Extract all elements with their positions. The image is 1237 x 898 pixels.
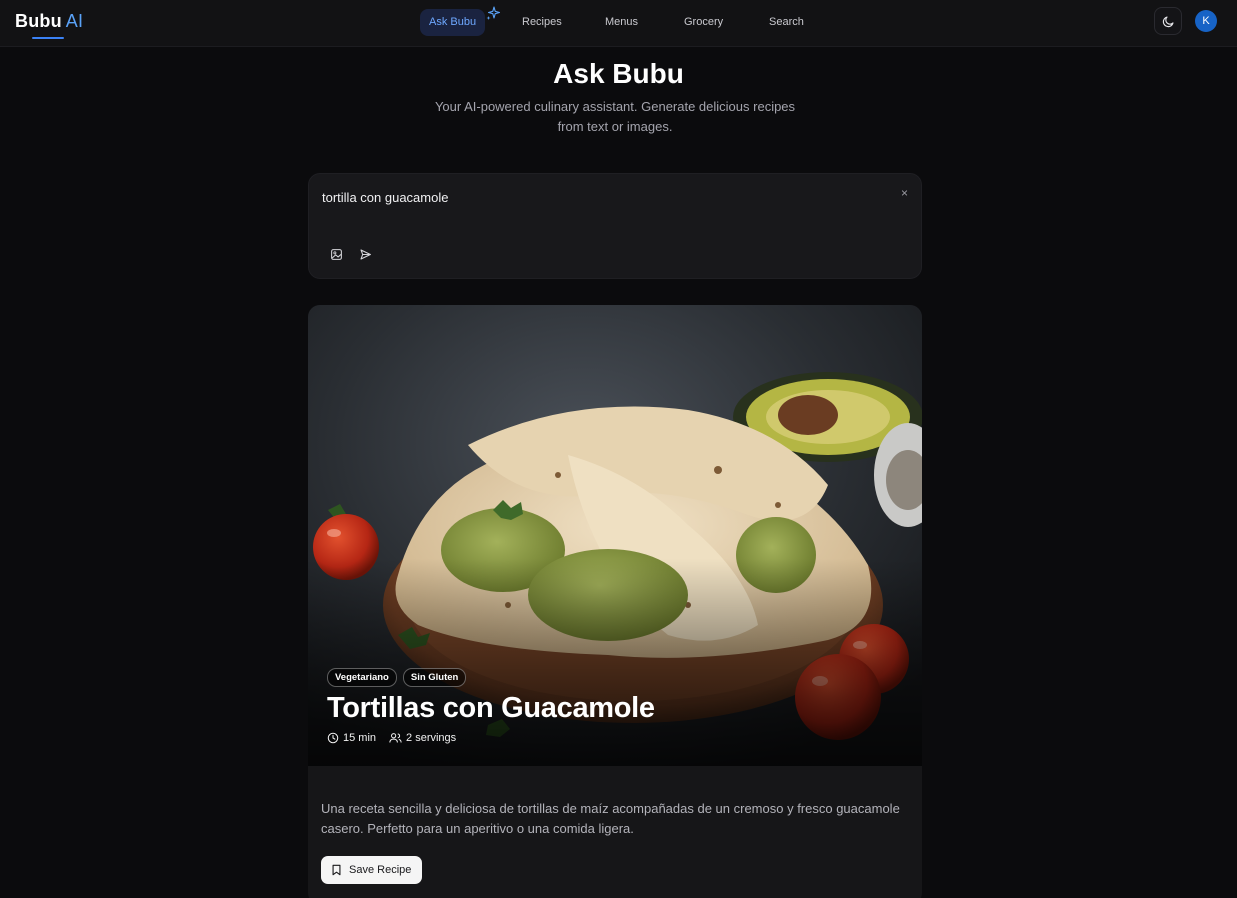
moon-icon	[1162, 15, 1174, 27]
clock-icon	[327, 732, 339, 744]
page-title: Ask Bubu	[553, 58, 684, 89]
nav-ask-bubu[interactable]: Ask Bubu	[420, 9, 486, 36]
user-avatar[interactable]: K	[1195, 10, 1217, 32]
save-recipe-label: Save Recipe	[349, 864, 412, 876]
tag-gluten-free: Sin Gluten	[402, 668, 467, 687]
clear-prompt-button[interactable]: ×	[901, 186, 908, 200]
nav-search[interactable]: Search	[769, 9, 804, 36]
nav-recipes[interactable]: Recipes	[522, 9, 562, 36]
recipe-title: Tortillas con Guacamole	[327, 692, 655, 724]
nav-grocery[interactable]: Grocery	[684, 9, 723, 36]
sparkle-icon	[486, 6, 501, 20]
recipe-servings: 2 servings	[389, 732, 456, 744]
tag-vegetarian: Vegetariano	[327, 668, 397, 687]
image-upload-icon	[330, 248, 342, 260]
recipe-description: Una receta sencilla y deliciosa de torti…	[321, 801, 900, 836]
brand-suffix: AI	[65, 11, 84, 31]
recipe-time-value: 15 min	[343, 732, 377, 744]
recipe-hero-image: Vegetariano Sin Gluten Tortillas con Gua…	[308, 305, 922, 766]
prompt-input[interactable]: tortilla con guacamole	[322, 190, 448, 205]
prompt-box: tortilla con guacamole ×	[308, 173, 922, 279]
bookmark-icon	[332, 864, 341, 876]
brand-underline	[32, 37, 64, 39]
theme-toggle-button[interactable]	[1154, 7, 1182, 35]
top-navigation-bar: Bubu AI Ask Bubu Recipes Menus Grocery Se…	[0, 0, 1237, 47]
nav-menus[interactable]: Menus	[605, 9, 638, 36]
recipe-card: Vegetariano Sin Gluten Tortillas con Gua…	[308, 305, 922, 898]
page-subtitle: Your AI-powered culinary assistant. Gene…	[434, 99, 796, 134]
recipe-servings-value: 2 servings	[406, 732, 457, 744]
brand-logo[interactable]: Bubu AI	[15, 11, 83, 32]
image-upload-button[interactable]	[327, 245, 345, 263]
brand-name: Bubu	[15, 11, 62, 31]
send-icon	[360, 249, 371, 259]
send-button[interactable]	[356, 245, 374, 263]
recipe-tags: Vegetariano Sin Gluten	[327, 668, 467, 687]
recipe-time: 15 min	[327, 732, 376, 744]
recipe-meta: 15 min 2 servings	[327, 732, 456, 744]
users-icon	[389, 733, 402, 743]
save-recipe-button[interactable]: Save Recipe	[321, 856, 423, 884]
